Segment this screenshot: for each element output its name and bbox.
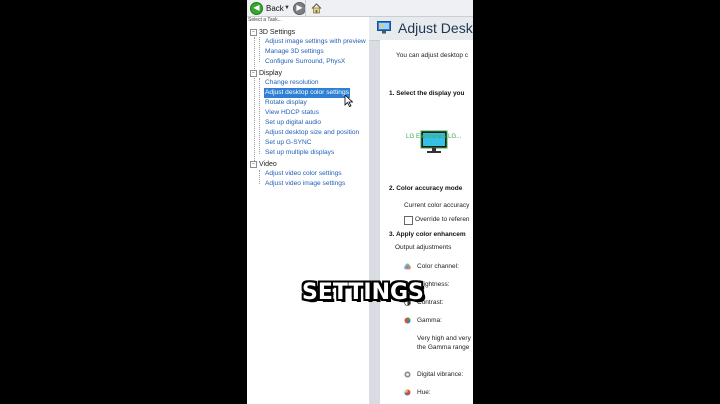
collapse-icon[interactable]: − bbox=[250, 28, 257, 36]
task-set-up-digital-audio[interactable]: Set up digital audio bbox=[264, 118, 322, 128]
task-rotate-display[interactable]: Rotate display bbox=[264, 98, 308, 108]
tree-connector bbox=[259, 37, 260, 62]
home-button[interactable] bbox=[311, 1, 322, 15]
tree-category-display[interactable]: − Display bbox=[250, 68, 282, 78]
category-label: 3D Settings bbox=[259, 28, 296, 36]
page-header: Adjust Desk bbox=[369, 17, 473, 41]
task-set-up-multiple-displays[interactable]: Set up multiple displays bbox=[264, 148, 335, 158]
video-caption: SETTINGS bbox=[302, 280, 424, 305]
back-dropdown-button[interactable]: ▼ bbox=[284, 1, 290, 15]
task-change-resolution[interactable]: Change resolution bbox=[264, 78, 320, 88]
settings-pane: Adjust Desk You can adjust desktop c 1. … bbox=[369, 17, 473, 404]
toolbar: ◀ Back ▼ ▶ bbox=[247, 0, 473, 17]
task-adjust-desktop-color-settings[interactable]: Adjust desktop color settings bbox=[264, 88, 350, 98]
display-name[interactable]: LG Electronics LG... bbox=[406, 133, 461, 140]
task-adjust-video-color-settings[interactable]: Adjust video color settings bbox=[264, 169, 343, 179]
override-label: Override to referen bbox=[415, 216, 470, 223]
mouse-cursor-icon bbox=[344, 95, 353, 107]
section-color-accuracy: 2. Color accuracy mode bbox=[389, 185, 463, 192]
back-button[interactable]: ◀ Back bbox=[250, 1, 284, 15]
digital-vibrance-label: Digital vibrance: bbox=[417, 371, 464, 378]
hue-label: Hue: bbox=[417, 389, 431, 396]
digital-vibrance-icon bbox=[404, 371, 411, 378]
section-select-display: 1. Select the display you bbox=[389, 90, 465, 97]
home-icon bbox=[311, 2, 322, 13]
tree-connector bbox=[259, 78, 260, 154]
task-manage-3d-settings[interactable]: Manage 3D settings bbox=[264, 47, 325, 57]
override-checkbox[interactable] bbox=[404, 216, 413, 225]
collapse-icon[interactable]: − bbox=[250, 69, 257, 77]
output-adjustments-label: Output adjustments bbox=[395, 244, 452, 251]
task-adjust-image-settings[interactable]: Adjust image settings with preview bbox=[264, 37, 367, 47]
task-set-up-g-sync[interactable]: Set up G-SYNC bbox=[264, 138, 313, 148]
back-label: Back bbox=[266, 3, 284, 13]
tree-category-3d-settings[interactable]: − 3D Settings bbox=[250, 27, 295, 37]
task-view-hdcp-status[interactable]: View HDCP status bbox=[264, 108, 320, 118]
tree-connector bbox=[259, 170, 260, 184]
color-channel-icon bbox=[404, 263, 411, 270]
nvidia-control-panel-window: ◀ Back ▼ ▶ Select a Task... − 3D Setting… bbox=[247, 0, 473, 404]
page-title: Adjust Desk bbox=[398, 20, 473, 36]
current-color-accuracy-label: Current color accuracy bbox=[404, 202, 470, 209]
gamma-note-line-2: the Gamma range bbox=[417, 344, 470, 351]
gamma-icon bbox=[404, 317, 411, 324]
section-apply-color: 3. Apply color enhancem bbox=[389, 231, 466, 238]
hue-icon bbox=[404, 389, 411, 396]
category-label: Video bbox=[259, 160, 277, 168]
tree-connector bbox=[254, 37, 255, 165]
settings-content: You can adjust desktop c 1. Select the d… bbox=[380, 40, 473, 404]
task-adjust-video-image-settings[interactable]: Adjust video image settings bbox=[264, 179, 346, 189]
toolbar-divider bbox=[305, 0, 306, 16]
caret-down-icon: ▼ bbox=[284, 5, 290, 11]
collapse-icon[interactable]: − bbox=[250, 160, 257, 168]
task-tree-pane: Select a Task... − 3D Settings Adjust im… bbox=[247, 17, 370, 404]
task-configure-surround-physx[interactable]: Configure Surround, PhysX bbox=[264, 57, 346, 67]
page-description: You can adjust desktop c bbox=[396, 52, 469, 59]
back-arrow-icon: ◀ bbox=[250, 1, 263, 15]
display-settings-icon bbox=[377, 21, 391, 34]
gamma-note-line-1: Very high and very bbox=[417, 335, 471, 342]
gamma-label: Gamma: bbox=[417, 317, 442, 324]
color-channel-label: Color channel: bbox=[417, 263, 459, 270]
category-label: Display bbox=[259, 69, 282, 77]
task-adjust-desktop-size-position[interactable]: Adjust desktop size and position bbox=[264, 128, 360, 138]
tree-category-video[interactable]: − Video bbox=[250, 159, 277, 169]
task-pane-label: Select a Task... bbox=[248, 17, 282, 23]
